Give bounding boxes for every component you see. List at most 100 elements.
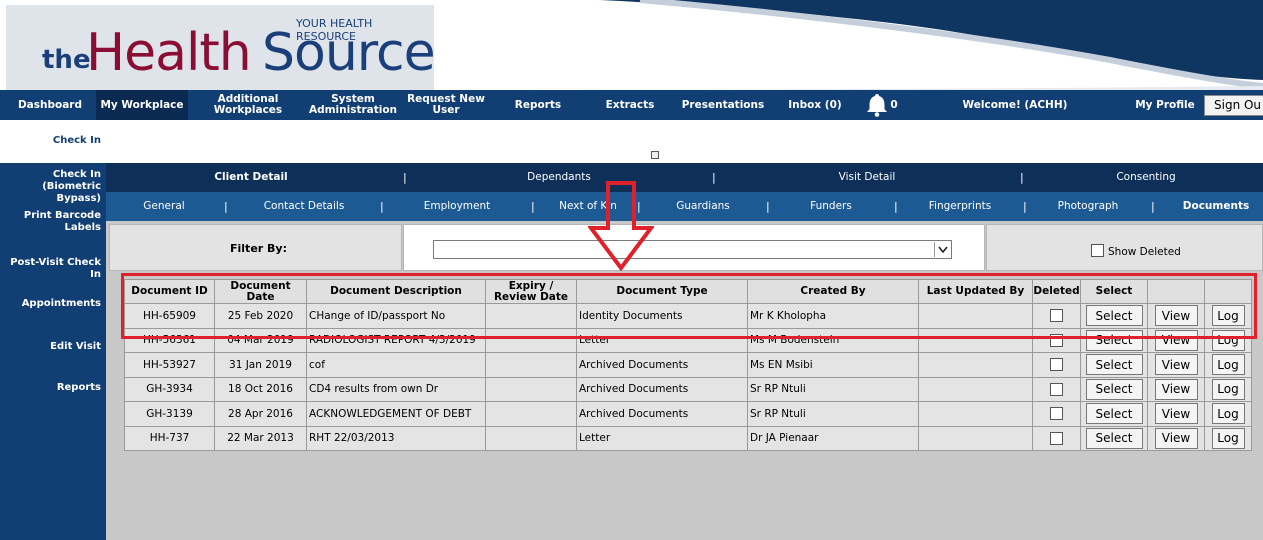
nav-extracts[interactable]: Extracts [597, 90, 663, 120]
tab-general[interactable]: General [124, 192, 204, 221]
table-cell-created-by: Ms EN Msibi [750, 358, 813, 371]
tab-client-detail[interactable]: Client Detail [186, 163, 316, 192]
table-cell: Log [1205, 353, 1252, 378]
sidebar-item-print-barcode-labels[interactable]: Print Barcode Labels [0, 210, 106, 234]
sidebar-item-post-visit-check-in[interactable]: Post-Visit Check In [0, 257, 106, 281]
table-cell [919, 377, 1033, 402]
table-cell: 22 Mar 2013 [215, 426, 307, 451]
table-cell [486, 353, 577, 378]
nav-system-administration[interactable]: System Administration [306, 90, 400, 120]
bell-icon[interactable] [862, 92, 892, 118]
sign-out-button[interactable]: Sign Ou [1204, 95, 1263, 116]
log-button[interactable]: Log [1211, 403, 1245, 425]
show-deleted-checkbox[interactable] [1091, 244, 1104, 257]
nav-my-workplace[interactable]: My Workplace [96, 90, 188, 120]
table-cell: Log [1205, 426, 1252, 451]
table-cell-id: HH-53927 [143, 358, 196, 371]
welcome-text: Welcome! (ACHH) [962, 98, 1068, 111]
down-arrow-annotation [588, 181, 654, 272]
deleted-checkbox[interactable] [1050, 358, 1063, 372]
tab-funders[interactable]: Funders [791, 192, 871, 221]
table-cell-created-by: Sr RP Ntuli [750, 407, 806, 420]
tab-employment[interactable]: Employment [412, 192, 502, 221]
nav-reports[interactable]: Reports [505, 90, 571, 120]
table-cell-id: HH-737 [149, 432, 190, 445]
nav-dashboard[interactable]: Dashboard [10, 90, 90, 120]
highlight-annotation-box [121, 273, 1257, 339]
nav-request-new-user[interactable]: Request New User [404, 90, 488, 120]
select-button[interactable]: Select [1085, 427, 1143, 449]
filter-label: Filter By: [230, 242, 287, 255]
tab-visit-detail[interactable]: Visit Detail [802, 163, 932, 192]
table-cell: Dr JA Pienaar [748, 426, 919, 451]
tab-separator: | [1151, 200, 1155, 213]
nav-presentations[interactable]: Presentations [680, 90, 766, 120]
table-cell [1033, 402, 1081, 427]
table-cell-desc: cof [309, 358, 325, 371]
table-cell: Select [1081, 377, 1148, 402]
secondary-tabs: General | Contact Details | Employment |… [106, 192, 1263, 221]
nav-additional-workplaces[interactable]: Additional Workplaces [208, 90, 288, 120]
tab-guardians[interactable]: Guardians [663, 192, 743, 221]
view-button[interactable]: View [1154, 427, 1198, 449]
sidebar-item-check-in[interactable]: Check In [0, 120, 106, 163]
sidebar-item-appointments[interactable]: Appointments [0, 298, 106, 310]
select-button[interactable]: Select [1085, 403, 1143, 425]
sidebar-item-check-in-biometric-bypass[interactable]: Check In (Biometric Bypass) [0, 169, 106, 205]
tab-fingerprints[interactable]: Fingerprints [920, 192, 1000, 221]
table-cell-id: GH-3934 [146, 383, 193, 396]
select-button[interactable]: Select [1085, 378, 1143, 400]
view-button[interactable]: View [1154, 378, 1198, 400]
tab-separator: | [403, 171, 407, 184]
select-button[interactable]: Select [1085, 354, 1143, 376]
log-button[interactable]: Log [1211, 354, 1245, 376]
logo[interactable]: YOUR HEALTH RESOURCE the Health Source [6, 5, 436, 90]
table-cell: Letter [577, 426, 748, 451]
table-cell: View [1148, 377, 1205, 402]
app-window: { "logo": { "tagline": "YOUR HEALTH RESO… [0, 0, 1263, 540]
nav-inbox[interactable]: Inbox (0) [780, 90, 850, 120]
nav-my-profile[interactable]: My Profile [1130, 90, 1200, 120]
content-header-area [106, 120, 1263, 163]
table-cell: Select [1081, 402, 1148, 427]
table-cell [486, 426, 577, 451]
filter-dropdown[interactable] [433, 240, 952, 259]
table-cell: cof [307, 353, 486, 378]
table-cell-desc: ACKNOWLEDGEMENT OF DEBT [309, 407, 472, 420]
top-nav: Dashboard My Workplace Additional Workpl… [0, 90, 1263, 120]
table-cell: Archived Documents [577, 402, 748, 427]
tab-documents[interactable]: Documents [1176, 192, 1256, 221]
table-cell-date: 22 Mar 2013 [227, 432, 294, 445]
table-cell: HH-737 [124, 426, 215, 451]
tab-separator: | [766, 200, 770, 213]
table-cell [1033, 377, 1081, 402]
table-cell [919, 353, 1033, 378]
deleted-checkbox[interactable] [1050, 407, 1063, 421]
table-cell [1033, 353, 1081, 378]
table-cell-type: Archived Documents [579, 383, 689, 396]
table-cell: Log [1205, 402, 1252, 427]
log-button[interactable]: Log [1211, 427, 1245, 449]
table-cell: View [1148, 353, 1205, 378]
sidebar-item-edit-visit[interactable]: Edit Visit [0, 341, 106, 353]
expand-icon[interactable] [651, 151, 659, 159]
log-button[interactable]: Log [1211, 378, 1245, 400]
table-cell: CD4 results from own Dr [307, 377, 486, 402]
deleted-checkbox[interactable] [1050, 431, 1063, 445]
table-cell: View [1148, 426, 1205, 451]
chevron-down-icon[interactable] [934, 242, 950, 257]
sidebar-item-reports[interactable]: Reports [0, 382, 106, 394]
table-cell: HH-53927 [124, 353, 215, 378]
tab-consenting[interactable]: Consenting [1081, 163, 1211, 192]
tab-separator: | [1023, 200, 1027, 213]
view-button[interactable]: View [1154, 403, 1198, 425]
view-button[interactable]: View [1154, 354, 1198, 376]
table-cell: 28 Apr 2016 [215, 402, 307, 427]
tab-separator: | [224, 200, 228, 213]
table-cell: RHT 22/03/2013 [307, 426, 486, 451]
table-cell-type: Letter [579, 432, 611, 445]
logo-health: Health [86, 23, 252, 83]
deleted-checkbox[interactable] [1050, 382, 1063, 396]
tab-photograph[interactable]: Photograph [1048, 192, 1128, 221]
tab-contact-details[interactable]: Contact Details [254, 192, 354, 221]
